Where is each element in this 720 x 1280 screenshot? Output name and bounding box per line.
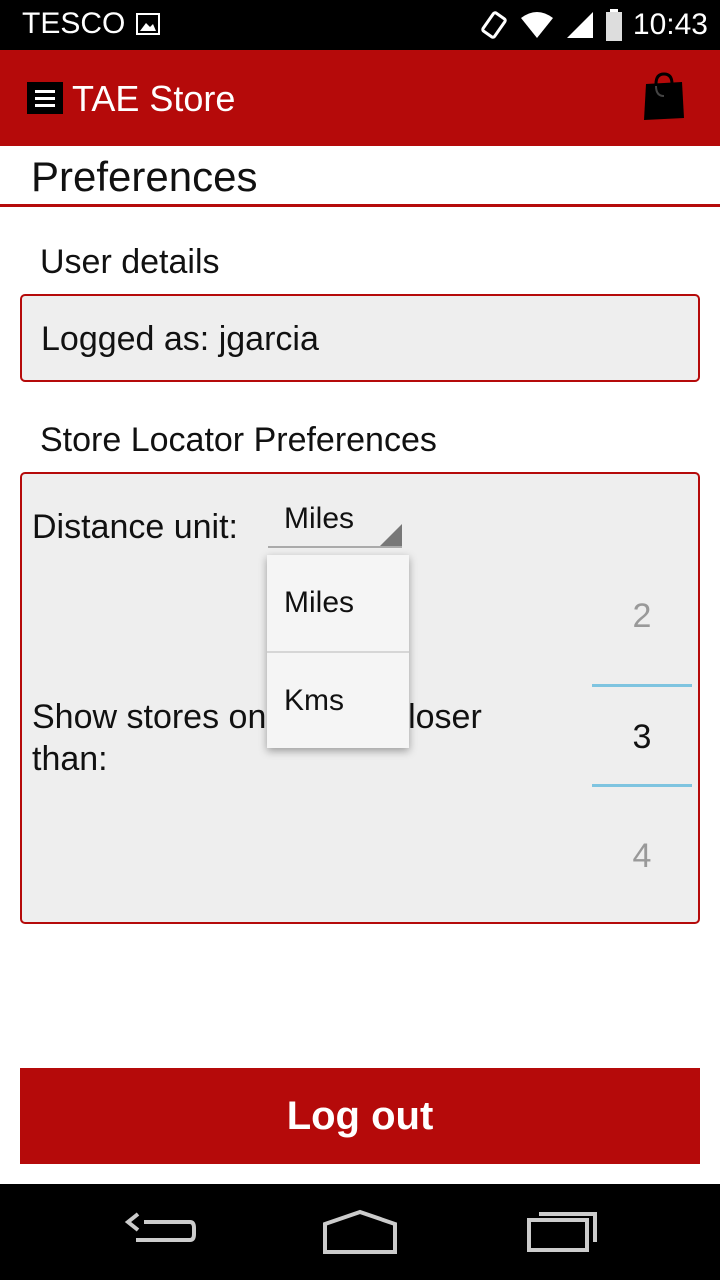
picker-top-divider <box>592 684 692 687</box>
logged-as-text: Logged as: jgarcia <box>41 320 319 358</box>
signal-icon <box>566 12 593 38</box>
battery-icon <box>605 9 622 41</box>
app-title: TAE Store <box>72 78 236 119</box>
distance-unit-value: Miles <box>284 502 355 535</box>
back-icon[interactable] <box>124 1202 196 1262</box>
home-icon[interactable] <box>322 1202 398 1262</box>
recent-apps-icon[interactable] <box>526 1202 600 1262</box>
picker-bottom-divider <box>592 784 692 787</box>
dropdown-option-kms[interactable]: Kms <box>267 653 409 749</box>
distance-unit-dropdown: Miles Kms <box>267 555 409 748</box>
store-locator-heading: Store Locator Preferences <box>40 421 437 459</box>
clock: 10:43 <box>632 8 708 41</box>
carrier-name: TESCO <box>22 7 126 40</box>
image-notification-icon <box>136 13 160 35</box>
hamburger-menu-icon[interactable] <box>27 82 63 114</box>
dropdown-option-miles[interactable]: Miles <box>267 555 409 651</box>
vibrate-icon <box>481 11 507 39</box>
app-bar: TAE Store <box>0 50 720 146</box>
page-title: Preferences <box>31 153 258 200</box>
picker-next-value[interactable]: 4 <box>592 837 692 876</box>
logout-button[interactable]: Log out <box>20 1068 700 1164</box>
navigation-bar <box>0 1184 720 1280</box>
shopping-bag-icon[interactable] <box>642 72 686 122</box>
user-details-heading: User details <box>40 243 220 281</box>
picker-prev-value[interactable]: 2 <box>592 597 692 636</box>
distance-unit-label: Distance unit: <box>32 508 238 546</box>
distance-unit-spinner[interactable]: Miles <box>268 496 402 548</box>
status-icons: 10:43 <box>479 7 708 43</box>
title-divider <box>0 204 720 207</box>
spinner-arrow-icon <box>380 524 402 546</box>
user-details-box: Logged as: jgarcia <box>20 294 700 382</box>
picker-current-value[interactable]: 3 <box>592 718 692 757</box>
status-bar: TESCO 10:43 <box>0 0 720 50</box>
wifi-icon <box>520 12 553 38</box>
